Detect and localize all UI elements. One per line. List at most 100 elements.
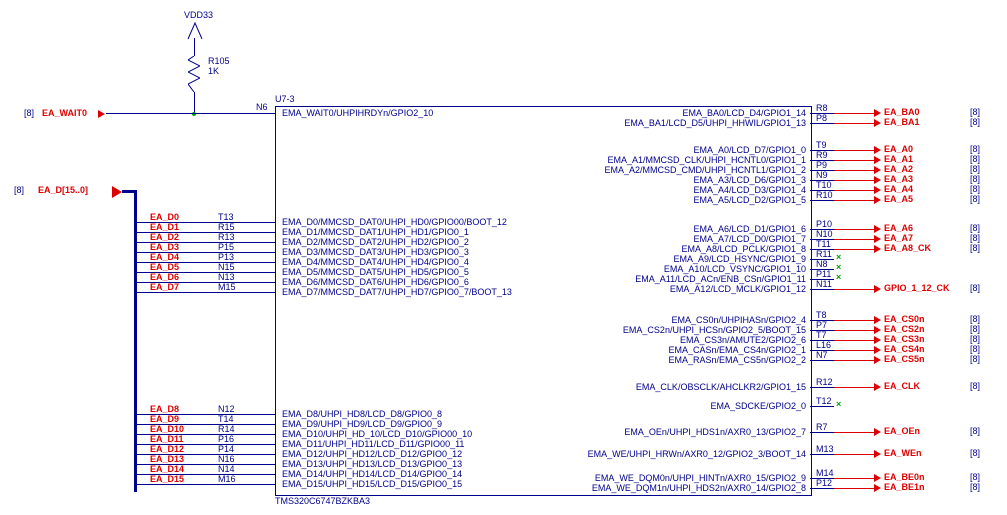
wire (834, 150, 874, 151)
pageref: [8] (24, 108, 34, 118)
pin: P10 (816, 219, 832, 229)
pin: P13 (218, 252, 234, 262)
pin: T8 (816, 310, 827, 320)
pin: N8 (816, 259, 828, 269)
wire (834, 180, 874, 181)
netport-icon (874, 450, 881, 458)
net-GPIO_1_12_CK: GPIO_1_12_CK (884, 283, 950, 293)
pin-desc: EMA_D8/UHPI_HD8/LCD_D8/GPIO0_8 (282, 409, 442, 419)
wire (136, 484, 200, 485)
pin: M15 (218, 282, 236, 292)
pin: L16 (816, 340, 831, 350)
pin-wait: N6 (256, 102, 268, 112)
net-EA_BA1: EA_BA1 (884, 117, 920, 127)
net-wait0: EA_WAIT0 (42, 108, 87, 118)
net-EA_D6: EA_D6 (150, 272, 179, 282)
pageref: [8] (970, 314, 980, 324)
pin-desc: EMA_A12/LCD_MCLK/GPIO1_12 (670, 284, 806, 294)
wire (834, 249, 874, 250)
pin-desc: EMA_CS0n/UHPIHASn/GPIO2_4 (671, 315, 806, 325)
pin: M16 (218, 474, 236, 484)
pin: P9 (816, 160, 827, 170)
pageref: [8] (970, 283, 980, 293)
wire (194, 92, 195, 114)
pin: R9 (816, 150, 828, 160)
pin-desc: EMA_CS3n/AMUTE2/GPIO2_6 (680, 335, 806, 345)
wire (834, 360, 874, 361)
pin: P8 (816, 113, 827, 123)
pin: R7 (816, 422, 828, 432)
wire (136, 292, 200, 293)
wire (834, 113, 874, 114)
netport-icon (874, 383, 881, 391)
wire (810, 360, 834, 361)
pin-desc: EMA_WE/UHPI_HRWn/AXR0_12/GPIO2_3/BOOT_14 (588, 449, 806, 459)
pageref: [8] (970, 233, 980, 243)
netport-icon (874, 156, 881, 164)
pageref: [8] (970, 223, 980, 233)
nc-icon: × (836, 272, 841, 282)
net-EA_D1: EA_D1 (150, 222, 179, 232)
pin: R11 (816, 249, 832, 259)
net-EA_D8: EA_D8 (150, 404, 179, 414)
pin-desc: EMA_D1/MMCSD_DAT1/UHPI_HD1/GPIO0_1 (282, 227, 469, 237)
pin-desc: EMA_A10/LCD_VSYNC/GPIO1_10 (664, 264, 806, 274)
net-EA_D11: EA_D11 (150, 434, 184, 444)
net-EA_D15: EA_D15 (150, 474, 184, 484)
wire (834, 387, 874, 388)
wire (200, 474, 275, 475)
pin-desc: EMA_D14/UHPI_HD14/LCD_D14/GPIO0_14 (282, 469, 462, 479)
net-EA_BE0n: EA_BE0n (884, 472, 925, 482)
wire (834, 330, 874, 331)
net-bus: EA_D[15..0] (38, 185, 88, 195)
pin-desc: EMA_A6/LCD_D1/GPIO1_6 (693, 224, 806, 234)
wire (810, 488, 834, 489)
pageref: [8] (970, 117, 980, 127)
net-EA_WEn: EA_WEn (884, 448, 922, 458)
wire (810, 123, 834, 124)
net-EA_A5: EA_A5 (884, 194, 913, 204)
pin-desc: EMA_A0/LCD_D7/GPIO1_0 (693, 145, 806, 155)
net-EA_OEn: EA_OEn (884, 426, 920, 436)
component-refdes: U7-3 (275, 94, 295, 104)
pageref: [8] (970, 174, 980, 184)
netport-icon (874, 166, 881, 174)
pin-desc: EMA_D12/UHPI_HD12/LCD_D12/GPIO0_12 (282, 449, 462, 459)
net-EA_A2: EA_A2 (884, 164, 913, 174)
resistor-icon (188, 56, 200, 92)
pin-desc: EMA_WE_DQM0n/UHPI_HINTn/AXR0_15/GPIO2_9 (595, 473, 806, 483)
pin-desc: EMA_D10/UHPI_HD_10/LCD_D10/GPIO00_10 (282, 429, 472, 439)
pin: R13 (218, 232, 235, 242)
pin: T9 (816, 140, 827, 150)
netport-icon (874, 346, 881, 354)
pin-desc: EMA_D5/MMCSD_DAT5/UHPI_HD5/GPIO0_5 (282, 267, 469, 277)
wire (810, 454, 834, 455)
bus-vert (134, 190, 137, 492)
net-EA_D13: EA_D13 (150, 454, 184, 464)
pin: T12 (816, 396, 832, 406)
net-EA_D7: EA_D7 (150, 282, 179, 292)
pin: T13 (218, 212, 234, 222)
wire (200, 282, 275, 283)
net-EA_CS5n: EA_CS5n (884, 354, 925, 364)
net-EA_D14: EA_D14 (150, 464, 184, 474)
nc-icon: × (836, 399, 841, 409)
pin-desc: EMA_A3/LCD_D6/GPIO1_3 (693, 175, 806, 185)
wire (834, 320, 874, 321)
net-EA_CLK: EA_CLK (884, 381, 920, 391)
wire (200, 232, 275, 233)
wire (834, 488, 874, 489)
net-EA_D3: EA_D3 (150, 242, 179, 252)
netport-icon (874, 484, 881, 492)
pin: N16 (218, 454, 235, 464)
netport-icon (874, 109, 881, 117)
wire (834, 190, 874, 191)
nc-icon: × (836, 262, 841, 272)
wire (834, 170, 874, 171)
pin: T7 (816, 330, 827, 340)
wire (810, 432, 834, 433)
wire (810, 406, 834, 407)
pin: T11 (816, 239, 831, 249)
pageref: [8] (970, 194, 980, 204)
wire (834, 350, 874, 351)
